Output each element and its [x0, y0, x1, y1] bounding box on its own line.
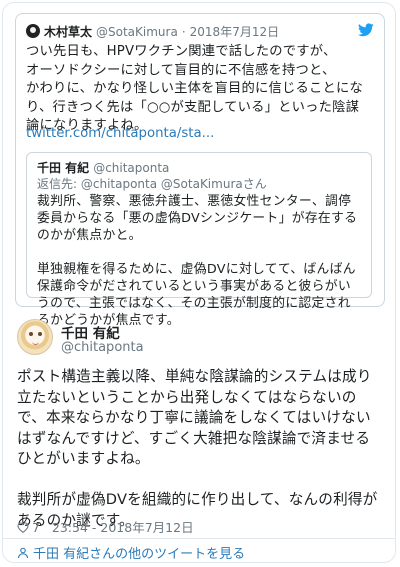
- author-handle[interactable]: @chitaponta: [61, 340, 144, 355]
- quoted-tweet-link[interactable]: twitter.com/chitaponta/sta...: [26, 126, 214, 141]
- tweet-date[interactable]: 2018年7月12日: [100, 520, 193, 535]
- person-icon: [17, 547, 29, 559]
- heart-icon: [17, 522, 29, 533]
- author-name[interactable]: 千田 有紀: [61, 322, 120, 342]
- more-tweets-link[interactable]: 千田 有紀さんの他のツイートを見る: [17, 543, 245, 562]
- tweet-meta: 7 23:54 - 2018年7月12日: [17, 517, 194, 536]
- more-tweets-label: 千田 有紀さんの他のツイートを見る: [33, 547, 246, 562]
- quoted-author-handle[interactable]: @SotaKimura: [96, 25, 178, 39]
- nested-author-handle[interactable]: @chitaponta: [93, 161, 169, 175]
- nested-quoted-tweet[interactable]: 千田 有紀 @chitaponta 返信先: @chitaponta @SotaK…: [26, 152, 372, 328]
- divider: [3, 538, 395, 539]
- like-count: 7: [32, 520, 40, 535]
- tweet-text: ポスト構造主義以降、単純な陰謀論的システムは成り立たないということから出発しなく…: [17, 368, 378, 529]
- nested-quote-text: 裁判所、警察、悪徳弁護士、悪徳女性センター、調停委員からなる「悪の虚偽DVシンジ…: [37, 194, 358, 328]
- reply-label: 返信先:: [37, 177, 78, 191]
- reply-mention-chitaponta[interactable]: @chitaponta: [81, 177, 157, 191]
- avatar[interactable]: [17, 319, 53, 355]
- tweet-author: 千田 有紀 @chitaponta: [17, 319, 377, 359]
- nested-quote-header: 千田 有紀 @chitaponta: [37, 159, 169, 176]
- meta-separator: -: [91, 520, 97, 535]
- reply-to-line: 返信先: @chitaponta @SotaKimuraさん: [37, 175, 267, 192]
- reply-mention-sotakimura[interactable]: @SotaKimuraさん: [161, 177, 267, 191]
- twitter-bird-icon[interactable]: [358, 23, 374, 37]
- header-separator: ·: [181, 25, 186, 39]
- quoted-author-avatar[interactable]: [26, 24, 40, 38]
- like-button[interactable]: 7: [17, 520, 44, 535]
- quoted-tweet-date[interactable]: 2018年7月12日: [190, 25, 279, 39]
- nested-author-name[interactable]: 千田 有紀: [37, 161, 89, 175]
- quoted-author-name[interactable]: 木村草太: [44, 25, 92, 39]
- embedded-tweet-card: 木村草太 @SotaKimura · 2018年7月12日 つい先日も、HPVワクチン…: [2, 2, 396, 563]
- tweet-time[interactable]: 23:54: [52, 520, 88, 535]
- quoted-tweet[interactable]: 木村草太 @SotaKimura · 2018年7月12日 つい先日も、HPVワクチン…: [15, 13, 385, 328]
- quoted-tweet-header: 木村草太 @SotaKimura · 2018年7月12日: [26, 23, 374, 41]
- quoted-tweet-text: つい先日も、HPVワクチン関連で話したのですが、 オーソドクシーに対して盲目的に…: [26, 44, 364, 133]
